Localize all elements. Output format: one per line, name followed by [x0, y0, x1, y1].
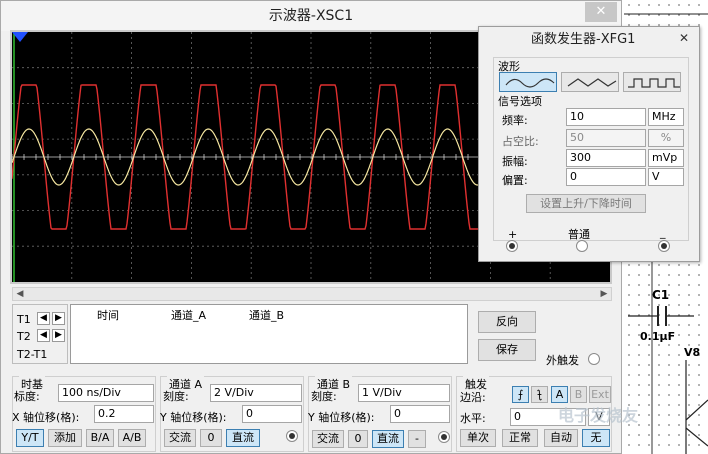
- scroll-right-icon[interactable]: ▶: [597, 288, 611, 300]
- channel-a-ypos-label: Y 轴位移(格):: [160, 411, 227, 424]
- t1-left-arrow-icon[interactable]: ◀: [37, 312, 50, 325]
- frequency-unit-select[interactable]: MHz: [648, 108, 684, 126]
- trigger-none-button[interactable]: 无: [582, 429, 610, 447]
- offset-label: 偏置:: [502, 174, 528, 187]
- minus-terminal[interactable]: [658, 240, 670, 252]
- rising-edge-icon[interactable]: ⨍: [512, 386, 529, 403]
- offset-unit-select[interactable]: V: [648, 168, 684, 186]
- square-wave-icon[interactable]: [623, 72, 681, 92]
- measurement-table: 时间 通道_A 通道_B: [70, 304, 468, 364]
- channel-a-ypos-field[interactable]: 0: [242, 405, 302, 423]
- trigger-edge-label: 边沿:: [460, 391, 486, 404]
- channel-a-zero-button[interactable]: 0: [200, 429, 222, 447]
- measure-header-channel-b: 通道_B: [249, 309, 285, 322]
- measure-header-channel-a: 通道_A: [171, 309, 207, 322]
- frequency-label: 频率:: [502, 114, 528, 127]
- frequency-field[interactable]: 10: [566, 108, 646, 126]
- plus-terminal[interactable]: [506, 240, 518, 252]
- reverse-button[interactable]: 反向: [478, 311, 536, 333]
- channel-b-dc-button[interactable]: 直流: [372, 430, 404, 448]
- common-terminal[interactable]: [576, 240, 588, 252]
- scroll-left-icon[interactable]: ◀: [13, 288, 27, 300]
- capacitor-label: C1: [652, 288, 670, 302]
- minus-terminal-label: _: [660, 226, 666, 239]
- ext-trigger-label: 外触发: [546, 354, 579, 367]
- add-button[interactable]: 添加: [48, 429, 82, 447]
- amplitude-field[interactable]: 300: [566, 149, 646, 167]
- channel-a-dc-button[interactable]: 直流: [226, 429, 260, 447]
- cursor-marker-icon[interactable]: [12, 32, 28, 42]
- channel-b-terminal[interactable]: [438, 431, 450, 443]
- t2-right-arrow-icon[interactable]: ▶: [52, 329, 65, 342]
- rise-fall-time-button[interactable]: 设置上升/下降时间: [526, 194, 646, 213]
- cursor-t1-label: T1: [17, 313, 31, 326]
- horizontal-scrollbar[interactable]: ◀ ▶: [12, 287, 612, 301]
- channel-b-ypos-label: Y 轴位移(格):: [308, 411, 375, 424]
- trigger-source-a-button[interactable]: A: [551, 386, 568, 403]
- timebase-scale-field[interactable]: 100 ns/Div: [58, 384, 154, 402]
- channel-a-scale-field[interactable]: 2 V/Div: [210, 384, 302, 402]
- channel-b-zero-button[interactable]: 0: [348, 430, 368, 448]
- channel-b-scale-field[interactable]: 1 V/Div: [358, 384, 450, 402]
- channel-b-minus-button[interactable]: -: [408, 430, 426, 448]
- trigger-auto-button[interactable]: 自动: [544, 429, 578, 447]
- duty-cycle-field[interactable]: 50: [566, 129, 646, 147]
- t2-left-arrow-icon[interactable]: ◀: [37, 329, 50, 342]
- trigger-normal-button[interactable]: 正常: [502, 429, 538, 447]
- trigger-level-label: 水平:: [460, 412, 486, 425]
- channel-a-scale-label: 刻度:: [163, 390, 189, 403]
- timebase-scale-label: 标度:: [14, 390, 40, 403]
- cursor-panel: T1 ◀ ▶ T2 ◀ ▶ T2-T1: [12, 304, 68, 364]
- amplitude-label: 振幅:: [502, 155, 528, 168]
- ext-trigger-terminal[interactable]: [588, 353, 600, 365]
- capacitor-value: 0.1µF: [640, 330, 676, 343]
- cursor-t2t1-label: T2-T1: [17, 348, 48, 361]
- triangle-wave-icon[interactable]: [561, 72, 619, 92]
- trigger-single-button[interactable]: 单次: [460, 429, 496, 447]
- ba-button[interactable]: B/A: [86, 429, 114, 447]
- timebase-xpos-field[interactable]: 0.2: [94, 405, 154, 423]
- channel-a-ac-button[interactable]: 交流: [164, 429, 196, 447]
- trigger-source-b-button[interactable]: B: [570, 386, 587, 403]
- offset-field[interactable]: 0: [566, 168, 646, 186]
- amplitude-unit-select[interactable]: mVp: [648, 149, 684, 167]
- duty-cycle-label: 占空比:: [502, 135, 539, 148]
- trigger-source-ext-button[interactable]: Ext: [589, 386, 611, 403]
- falling-edge-icon[interactable]: ⨍: [531, 386, 548, 403]
- channel-b-ypos-field[interactable]: 0: [390, 405, 450, 423]
- ab-button[interactable]: A/B: [118, 429, 146, 447]
- timebase-xpos-label: X 轴位移(格):: [12, 411, 80, 424]
- signal-options-label: 信号选项: [498, 95, 542, 108]
- channel-b-ac-button[interactable]: 交流: [312, 430, 344, 448]
- measure-header-time: 时间: [97, 309, 119, 322]
- function-generator-title[interactable]: 函数发生器-XFG1: [479, 27, 699, 53]
- save-button[interactable]: 保存: [478, 339, 536, 361]
- close-icon[interactable]: ✕: [673, 29, 695, 47]
- duty-cycle-unit[interactable]: %: [648, 129, 684, 147]
- watermark-text: 电子发烧友: [558, 406, 639, 425]
- yt-button[interactable]: Y/T: [16, 429, 44, 447]
- channel-b-scale-label: 刻度:: [311, 390, 337, 403]
- close-icon[interactable]: ✕: [585, 2, 617, 22]
- cursor-t2-label: T2: [17, 330, 31, 343]
- node-label: V8: [684, 346, 701, 359]
- sine-wave-icon[interactable]: [499, 72, 557, 92]
- channel-a-terminal[interactable]: [286, 430, 298, 442]
- t1-right-arrow-icon[interactable]: ▶: [52, 312, 65, 325]
